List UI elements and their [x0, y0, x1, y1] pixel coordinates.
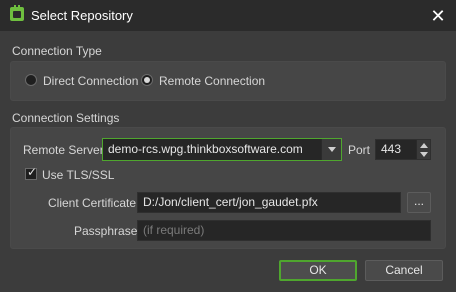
passphrase-label: Passphrase: [74, 224, 138, 238]
port-stepper[interactable]: [416, 140, 430, 159]
port-label: Port: [348, 143, 371, 157]
ok-button[interactable]: OK: [279, 260, 357, 281]
use-tls-checkbox[interactable]: ✓: [25, 165, 38, 180]
remote-server-combo[interactable]: demo-rcs.wpg.thinkboxsoftware.com: [102, 138, 342, 161]
app-icon: [10, 5, 24, 21]
client-certificate-label: Client Certificate: [48, 196, 137, 210]
connection-type-title: Connection Type: [12, 44, 102, 58]
port-spinbox[interactable]: 443: [375, 139, 431, 160]
direct-connection-radio[interactable]: [25, 74, 37, 86]
connection-settings-title: Connection Settings: [12, 111, 120, 125]
checkmark-icon: ✓: [27, 165, 38, 179]
decrement-icon[interactable]: [417, 150, 430, 159]
title-bar: Select Repository ✕: [0, 0, 456, 31]
passphrase-placeholder: (if required): [143, 223, 205, 237]
passphrase-field[interactable]: (if required): [137, 220, 431, 241]
client-certificate-value: D:/Jon/client_cert/jon_gaudet.pfx: [143, 195, 318, 209]
port-value: 443: [381, 142, 402, 156]
client-certificate-field[interactable]: D:/Jon/client_cert/jon_gaudet.pfx: [137, 192, 401, 213]
direct-connection-label[interactable]: Direct Connection: [43, 74, 138, 88]
remote-server-label: Remote Server: [23, 143, 104, 157]
window-title: Select Repository: [31, 8, 133, 23]
cancel-button[interactable]: Cancel: [365, 260, 443, 281]
close-icon[interactable]: ✕: [428, 6, 448, 26]
remote-connection-radio[interactable]: [141, 74, 153, 86]
use-tls-label[interactable]: Use TLS/SSL: [42, 168, 114, 182]
browse-button[interactable]: ...: [407, 192, 431, 213]
chevron-down-icon[interactable]: [321, 139, 341, 160]
remote-server-value: demo-rcs.wpg.thinkboxsoftware.com: [108, 142, 303, 156]
remote-connection-label[interactable]: Remote Connection: [159, 74, 265, 88]
